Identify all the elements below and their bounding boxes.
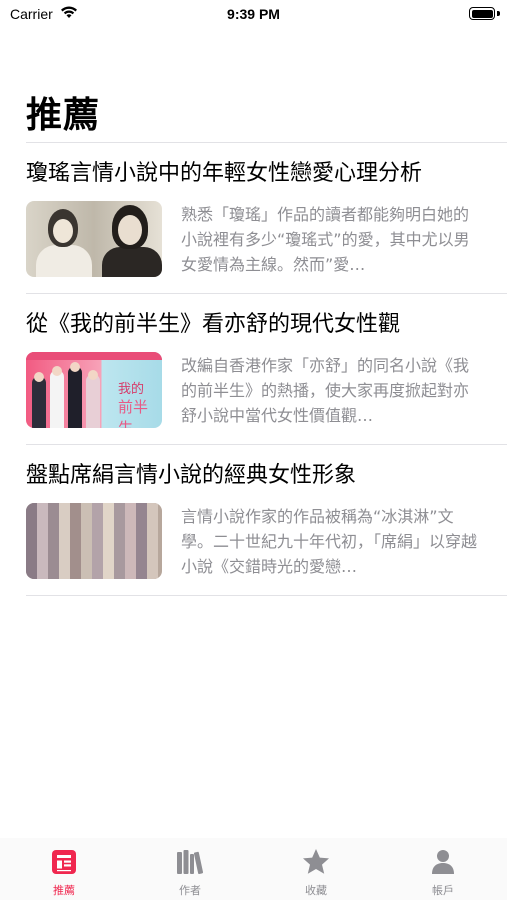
tab-account[interactable]: 帳戶 — [413, 846, 473, 898]
tab-label: 推薦 — [53, 884, 75, 897]
star-icon — [300, 846, 332, 878]
battery-level-fill — [471, 9, 493, 18]
article-title: 盤點席絹言情小說的經典女性形象 — [26, 463, 357, 488]
tab-recommended[interactable]: 推薦 — [34, 846, 94, 898]
status-time: 9:39 PM — [227, 6, 280, 22]
article-row[interactable]: 從《我的前半生》看亦舒的現代女性觀 我的 前半生 改編自香港作家「亦舒」的同名小… — [26, 294, 507, 444]
battery-icon — [469, 7, 495, 20]
article-thumbnail: 我的 前半生 — [26, 352, 162, 428]
article-list: 瓊瑤言情小說中的年輕女性戀愛心理分析 熟悉「瓊瑤」作品的讀者都能夠明白她的小說裡… — [26, 142, 507, 596]
list-divider — [26, 595, 507, 596]
battery-terminal — [497, 11, 500, 16]
status-bar: Carrier 9:39 PM — [0, 0, 507, 30]
page-title: 推薦 — [26, 95, 101, 136]
news-icon — [48, 846, 80, 878]
article-title: 瓊瑤言情小說中的年輕女性戀愛心理分析 — [26, 161, 423, 186]
thumbnail-caption: 前半生 — [118, 398, 149, 428]
app-screen: Carrier 9:39 PM 推薦 瓊瑤言情小說中的年輕女性戀愛心理分析 熟悉… — [0, 0, 507, 900]
tab-bar: 推薦 作者 收藏 帳戶 — [0, 838, 507, 900]
article-thumbnail — [26, 201, 162, 277]
article-excerpt: 熟悉「瓊瑤」作品的讀者都能夠明白她的小說裡有多少“瓊瑤式”的愛，其中尤以男女愛情… — [181, 205, 470, 274]
person-icon — [427, 846, 459, 878]
article-title: 從《我的前半生》看亦舒的現代女性觀 — [26, 312, 401, 337]
article-row[interactable]: 盤點席絹言情小說的經典女性形象 言情小說作家的作品被稱為“冰淇淋”文學。二十世紀… — [26, 445, 507, 595]
article-thumbnail — [26, 503, 162, 579]
tab-authors[interactable]: 作者 — [160, 846, 220, 898]
thumbnail-caption: 我的 — [118, 382, 145, 397]
article-excerpt: 改編自香港作家「亦舒」的同名小說《我的前半生》的熱播，使大家再度掀起對亦舒小說中… — [181, 356, 470, 425]
tab-label: 收藏 — [305, 884, 327, 897]
article-row[interactable]: 瓊瑤言情小說中的年輕女性戀愛心理分析 熟悉「瓊瑤」作品的讀者都能夠明白她的小說裡… — [26, 143, 507, 293]
tab-favorites[interactable]: 收藏 — [286, 846, 346, 898]
tab-label: 帳戶 — [432, 884, 454, 897]
books-icon — [174, 846, 206, 878]
article-excerpt: 言情小說作家的作品被稱為“冰淇淋”文學。二十世紀九十年代初，「席絹」以穿越小說《… — [181, 507, 478, 576]
tab-label: 作者 — [179, 884, 201, 897]
